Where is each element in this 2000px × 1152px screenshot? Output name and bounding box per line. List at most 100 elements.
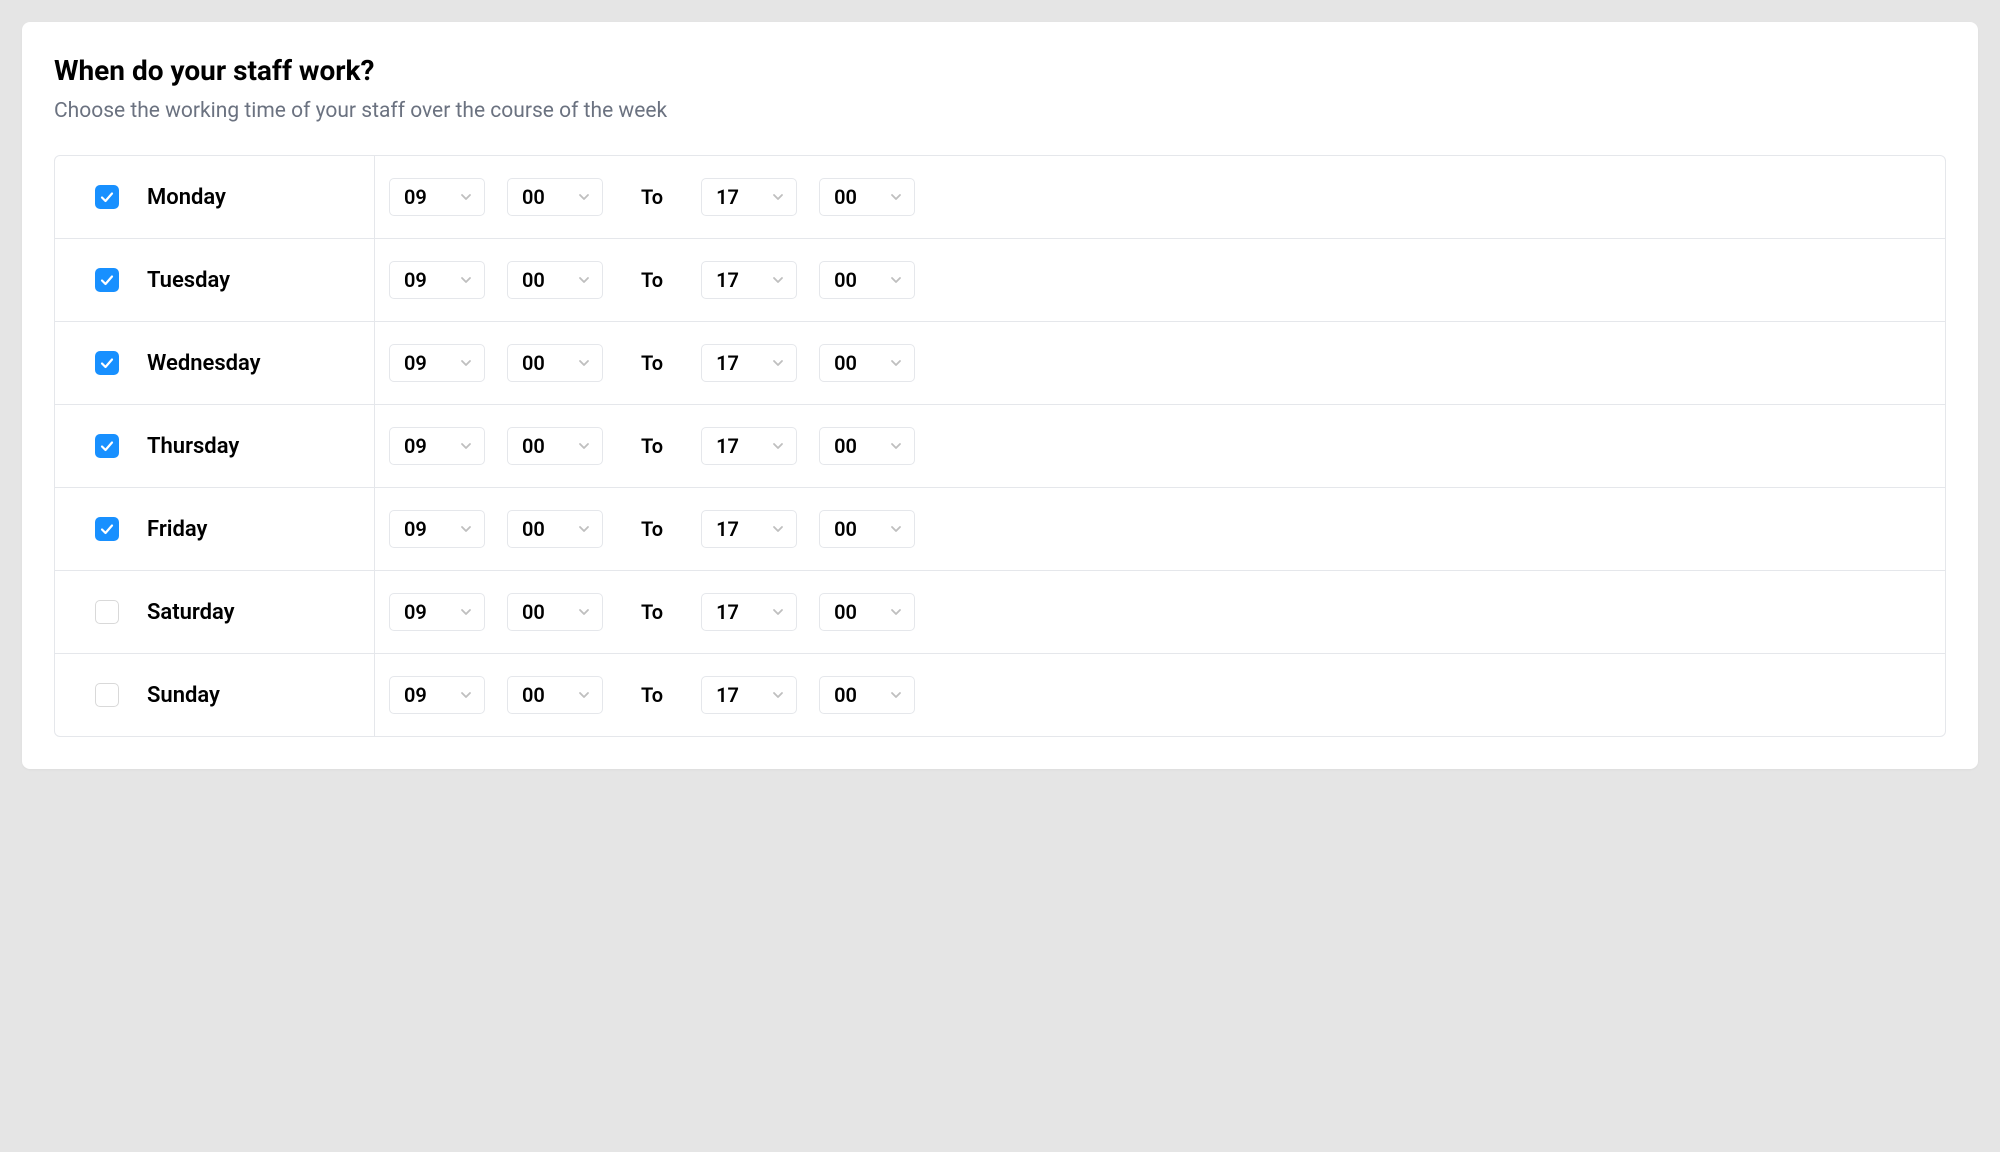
chevron-down-icon bbox=[576, 189, 592, 205]
check-icon bbox=[100, 190, 114, 204]
day-enabled-checkbox[interactable] bbox=[95, 600, 119, 624]
check-icon bbox=[100, 522, 114, 536]
chevron-down-icon bbox=[770, 272, 786, 288]
chevron-down-icon bbox=[888, 687, 904, 703]
day-enabled-checkbox[interactable] bbox=[95, 434, 119, 458]
chevron-down-icon bbox=[576, 438, 592, 454]
chevron-down-icon bbox=[458, 438, 474, 454]
day-cell: Sunday bbox=[55, 654, 375, 736]
start-minute-value: 00 bbox=[522, 185, 545, 209]
day-label: Saturday bbox=[147, 600, 235, 625]
end-minute-value: 00 bbox=[834, 268, 857, 292]
end-minute-select[interactable]: 00 bbox=[819, 261, 915, 299]
chevron-down-icon bbox=[576, 687, 592, 703]
day-enabled-checkbox[interactable] bbox=[95, 185, 119, 209]
end-hour-select[interactable]: 17 bbox=[701, 344, 797, 382]
end-minute-select[interactable]: 00 bbox=[819, 427, 915, 465]
time-separator: To bbox=[625, 185, 679, 209]
check-icon bbox=[100, 439, 114, 453]
start-hour-value: 09 bbox=[404, 517, 427, 541]
schedule-row-thursday: Thursday 09 00 To 17 bbox=[55, 405, 1945, 488]
day-cell: Monday bbox=[55, 156, 375, 238]
end-minute-select[interactable]: 00 bbox=[819, 344, 915, 382]
chevron-down-icon bbox=[458, 272, 474, 288]
start-minute-select[interactable]: 00 bbox=[507, 178, 603, 216]
end-hour-select[interactable]: 17 bbox=[701, 178, 797, 216]
page-title: When do your staff work? bbox=[54, 54, 1946, 87]
day-enabled-checkbox[interactable] bbox=[95, 683, 119, 707]
end-hour-select[interactable]: 17 bbox=[701, 676, 797, 714]
chevron-down-icon bbox=[888, 272, 904, 288]
end-minute-value: 00 bbox=[834, 351, 857, 375]
chevron-down-icon bbox=[458, 355, 474, 371]
start-hour-select[interactable]: 09 bbox=[389, 593, 485, 631]
time-cell: 09 00 To 17 00 bbox=[375, 405, 1945, 487]
time-cell: 09 00 To 17 00 bbox=[375, 239, 1945, 321]
working-hours-card: When do your staff work? Choose the work… bbox=[22, 22, 1978, 769]
check-icon bbox=[100, 273, 114, 287]
time-separator: To bbox=[625, 683, 679, 707]
day-enabled-checkbox[interactable] bbox=[95, 517, 119, 541]
day-label: Wednesday bbox=[147, 351, 261, 376]
start-hour-select[interactable]: 09 bbox=[389, 344, 485, 382]
start-minute-value: 00 bbox=[522, 517, 545, 541]
schedule-row-saturday: Saturday 09 00 To 17 bbox=[55, 571, 1945, 654]
day-label: Friday bbox=[147, 517, 207, 542]
end-minute-select[interactable]: 00 bbox=[819, 510, 915, 548]
time-cell: 09 00 To 17 00 bbox=[375, 322, 1945, 404]
start-minute-value: 00 bbox=[522, 683, 545, 707]
time-separator: To bbox=[625, 517, 679, 541]
chevron-down-icon bbox=[888, 355, 904, 371]
start-hour-select[interactable]: 09 bbox=[389, 676, 485, 714]
page-subtitle: Choose the working time of your staff ov… bbox=[54, 99, 1946, 123]
start-hour-select[interactable]: 09 bbox=[389, 261, 485, 299]
day-cell: Friday bbox=[55, 488, 375, 570]
start-hour-select[interactable]: 09 bbox=[389, 510, 485, 548]
start-hour-select[interactable]: 09 bbox=[389, 178, 485, 216]
start-minute-select[interactable]: 00 bbox=[507, 510, 603, 548]
end-hour-select[interactable]: 17 bbox=[701, 261, 797, 299]
chevron-down-icon bbox=[888, 189, 904, 205]
schedule-row-friday: Friday 09 00 To 17 bbox=[55, 488, 1945, 571]
check-icon bbox=[100, 356, 114, 370]
start-hour-value: 09 bbox=[404, 351, 427, 375]
time-separator: To bbox=[625, 351, 679, 375]
day-cell: Thursday bbox=[55, 405, 375, 487]
time-cell: 09 00 To 17 00 bbox=[375, 488, 1945, 570]
start-minute-select[interactable]: 00 bbox=[507, 344, 603, 382]
start-minute-select[interactable]: 00 bbox=[507, 676, 603, 714]
end-hour-select[interactable]: 17 bbox=[701, 427, 797, 465]
chevron-down-icon bbox=[770, 604, 786, 620]
day-label: Thursday bbox=[147, 434, 239, 459]
start-hour-select[interactable]: 09 bbox=[389, 427, 485, 465]
day-cell: Tuesday bbox=[55, 239, 375, 321]
time-separator: To bbox=[625, 434, 679, 458]
start-minute-select[interactable]: 00 bbox=[507, 427, 603, 465]
end-hour-select[interactable]: 17 bbox=[701, 593, 797, 631]
chevron-down-icon bbox=[770, 438, 786, 454]
end-minute-value: 00 bbox=[834, 434, 857, 458]
day-enabled-checkbox[interactable] bbox=[95, 268, 119, 292]
schedule-grid: Monday 09 00 To 17 bbox=[54, 155, 1946, 737]
start-minute-select[interactable]: 00 bbox=[507, 593, 603, 631]
start-hour-value: 09 bbox=[404, 434, 427, 458]
start-minute-select[interactable]: 00 bbox=[507, 261, 603, 299]
chevron-down-icon bbox=[458, 189, 474, 205]
start-minute-value: 00 bbox=[522, 434, 545, 458]
end-hour-value: 17 bbox=[716, 683, 739, 707]
end-hour-select[interactable]: 17 bbox=[701, 510, 797, 548]
schedule-row-wednesday: Wednesday 09 00 To 17 bbox=[55, 322, 1945, 405]
chevron-down-icon bbox=[888, 438, 904, 454]
end-hour-value: 17 bbox=[716, 434, 739, 458]
end-minute-select[interactable]: 00 bbox=[819, 676, 915, 714]
end-minute-value: 00 bbox=[834, 185, 857, 209]
end-minute-select[interactable]: 00 bbox=[819, 178, 915, 216]
start-minute-value: 00 bbox=[522, 600, 545, 624]
end-hour-value: 17 bbox=[716, 517, 739, 541]
end-minute-select[interactable]: 00 bbox=[819, 593, 915, 631]
chevron-down-icon bbox=[458, 687, 474, 703]
chevron-down-icon bbox=[888, 604, 904, 620]
day-enabled-checkbox[interactable] bbox=[95, 351, 119, 375]
chevron-down-icon bbox=[576, 272, 592, 288]
end-hour-value: 17 bbox=[716, 600, 739, 624]
